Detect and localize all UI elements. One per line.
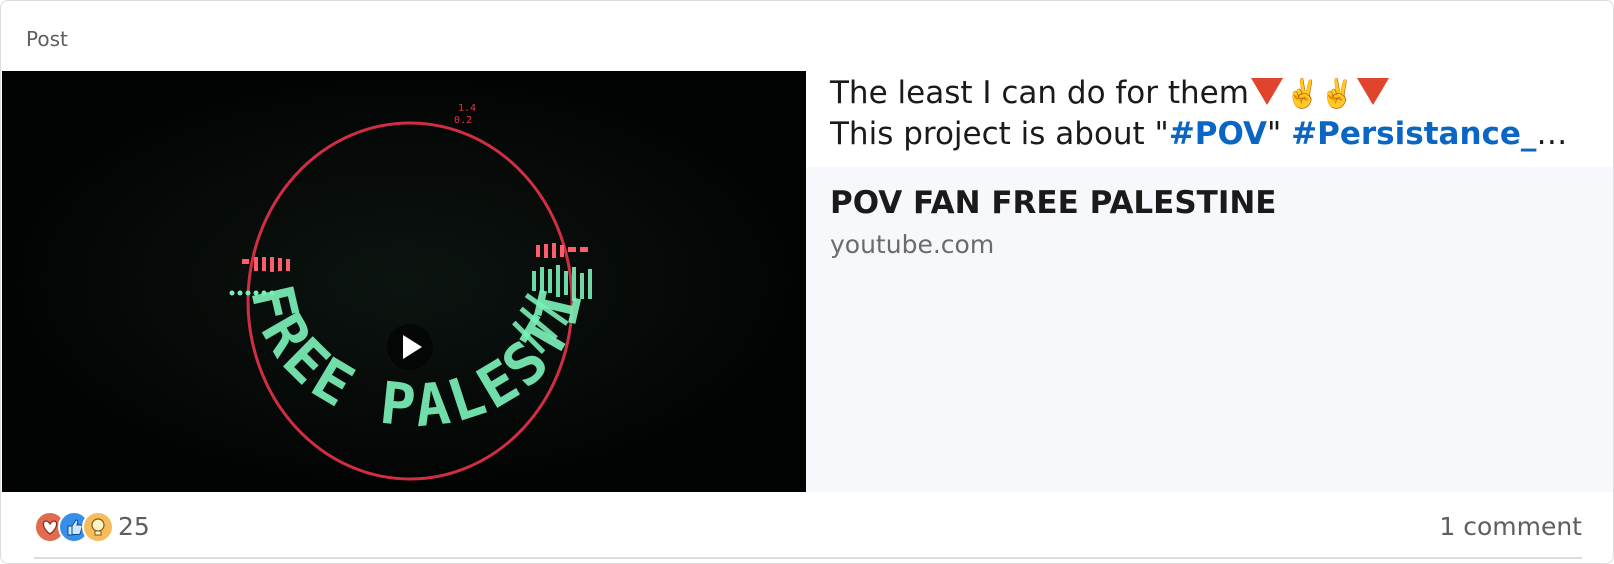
video-thumbnail[interactable]: 1.4 0.2 FREE PALESTI: [2, 71, 806, 492]
post-label: Post: [26, 27, 68, 51]
victory-hand-icon: ✌️✌️: [1284, 77, 1355, 110]
description-line2: This project is about "#POV" #Persistanc…: [830, 114, 1590, 154]
post-card: Post 1.4 0.2 FREE PALESTI The least I ca…: [0, 0, 1614, 564]
insightful-icon: [82, 511, 114, 543]
link-preview[interactable]: POV FAN FREE PALESTINE youtube.com: [806, 167, 1613, 492]
post-right-panel: The least I can do for them ✌️✌️ This pro…: [806, 71, 1613, 492]
hashtag-persistance-of-vision[interactable]: #Persistance_Of_Visio: [1291, 116, 1590, 152]
description-line1: The least I can do for them: [830, 75, 1249, 111]
pov-fan-image: 1.4 0.2 FREE PALESTI: [2, 71, 806, 492]
play-icon: [387, 324, 433, 370]
hashtag-pov[interactable]: #POV: [1169, 116, 1267, 152]
svg-text:0.2: 0.2: [454, 115, 472, 126]
post-description: The least I can do for them ✌️✌️ This pro…: [830, 73, 1590, 154]
social-counts: 25 1 comment: [34, 509, 1582, 547]
link-preview-title: POV FAN FREE PALESTINE: [830, 185, 1277, 221]
reaction-count: 25: [118, 512, 150, 541]
red-triangle-icon: [1356, 78, 1389, 105]
description-text: ": [1267, 116, 1292, 152]
red-triangle-icon: [1250, 78, 1283, 105]
play-button[interactable]: [387, 324, 433, 370]
svg-text:1.4: 1.4: [458, 103, 476, 114]
link-preview-source: youtube.com: [830, 230, 995, 259]
comments-count[interactable]: 1 comment: [1439, 512, 1582, 541]
divider: [34, 557, 1582, 559]
description-text: This project is about ": [830, 116, 1169, 152]
